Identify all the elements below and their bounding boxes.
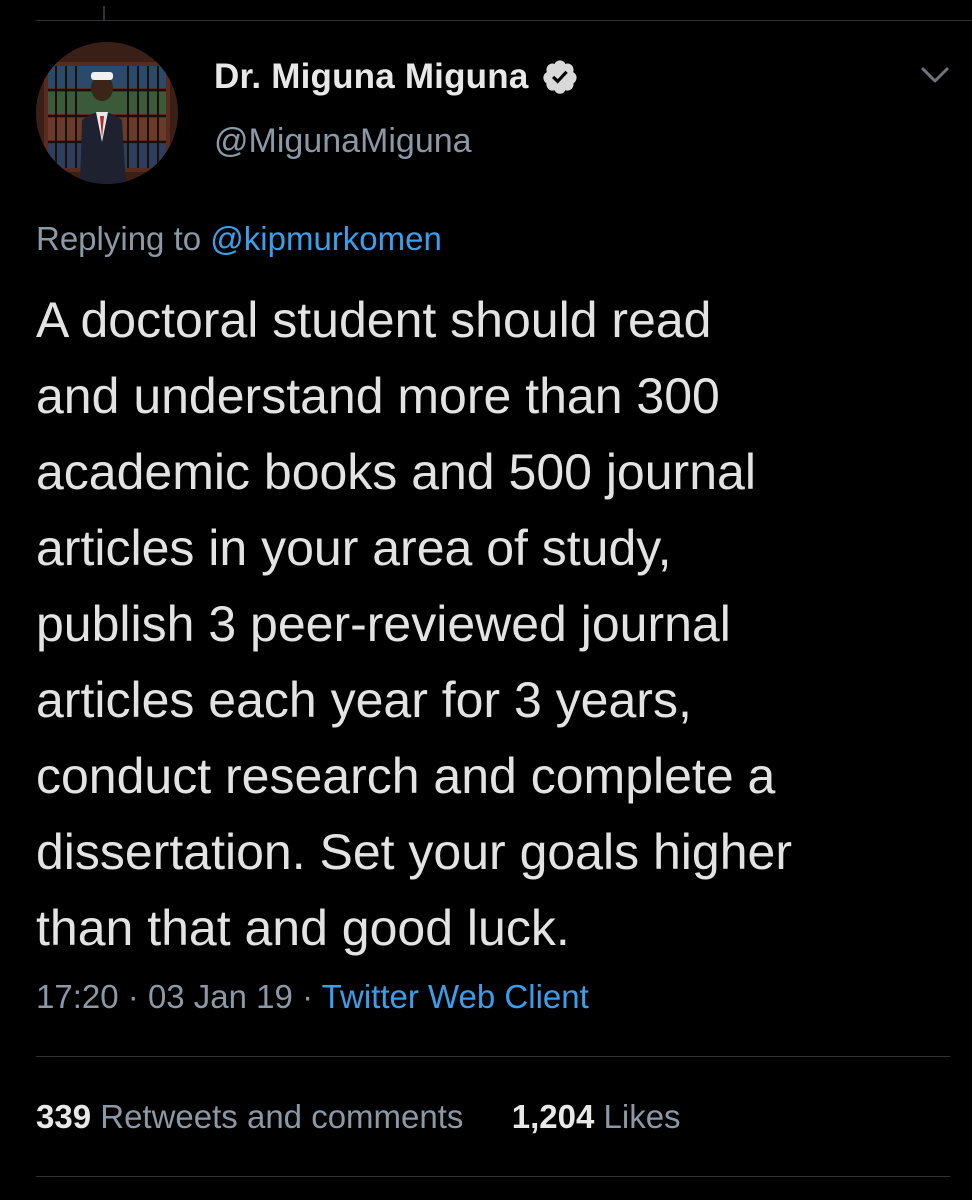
retweets-stat[interactable]: 339 Retweets and comments — [36, 1098, 473, 1135]
likes-count: 1,204 — [511, 1098, 595, 1135]
tweet-time[interactable]: 17:20 — [36, 978, 119, 1015]
meta-separator: · — [127, 978, 139, 1015]
thread-connector — [103, 6, 105, 20]
tweet-meta: 17:20 · 03 Jan 19 · Twitter Web Client — [36, 978, 589, 1016]
tweet-stats: 339 Retweets and comments 1,204 Likes — [36, 1098, 681, 1136]
tweet-text-line: articles in your area of study, — [36, 520, 672, 576]
top-divider — [36, 20, 972, 21]
tweet-text-line: dissertation. Set your goals higher — [36, 824, 792, 880]
likes-label: Likes — [603, 1098, 681, 1135]
handle[interactable]: @MigunaMiguna — [214, 122, 579, 161]
tweet-text-line: articles each year for 3 years, — [36, 672, 692, 728]
retweets-count: 339 — [36, 1098, 92, 1135]
display-name[interactable]: Dr. Miguna Miguna — [214, 57, 529, 97]
chevron-down-icon[interactable] — [918, 62, 952, 88]
tweet-client[interactable]: Twitter Web Client — [322, 978, 589, 1015]
display-name-row: Dr. Miguna Miguna — [214, 54, 579, 100]
tweet-text-line: than that and good luck. — [36, 900, 570, 956]
meta-separator: · — [302, 978, 314, 1015]
tweet-date[interactable]: 03 Jan 19 — [148, 978, 293, 1015]
tweet-text-line: academic books and 500 journal — [36, 444, 756, 500]
tweet-text-line: A doctoral student should read — [36, 292, 712, 348]
stats-top-divider — [36, 1056, 950, 1057]
replying-to-prefix: Replying to — [36, 220, 202, 257]
tweet-text-line: publish 3 peer-reviewed journal — [36, 596, 731, 652]
stats-bottom-divider — [36, 1176, 950, 1177]
avatar[interactable] — [36, 42, 178, 184]
author-block[interactable]: Dr. Miguna Miguna @MigunaMiguna — [214, 54, 579, 161]
replying-to: Replying to @kipmurkomen — [36, 220, 442, 258]
likes-stat[interactable]: 1,204 Likes — [512, 1098, 681, 1135]
profile-photo-icon — [36, 42, 178, 184]
tweet-text-line: and understand more than 300 — [36, 368, 720, 424]
retweets-label: Retweets and comments — [100, 1098, 464, 1135]
tweet-text: A doctoral student should read and under… — [36, 282, 956, 966]
replying-to-mention[interactable]: @kipmurkomen — [210, 220, 442, 257]
tweet-text-line: conduct research and complete a — [36, 748, 776, 804]
verified-badge-icon — [541, 58, 579, 96]
